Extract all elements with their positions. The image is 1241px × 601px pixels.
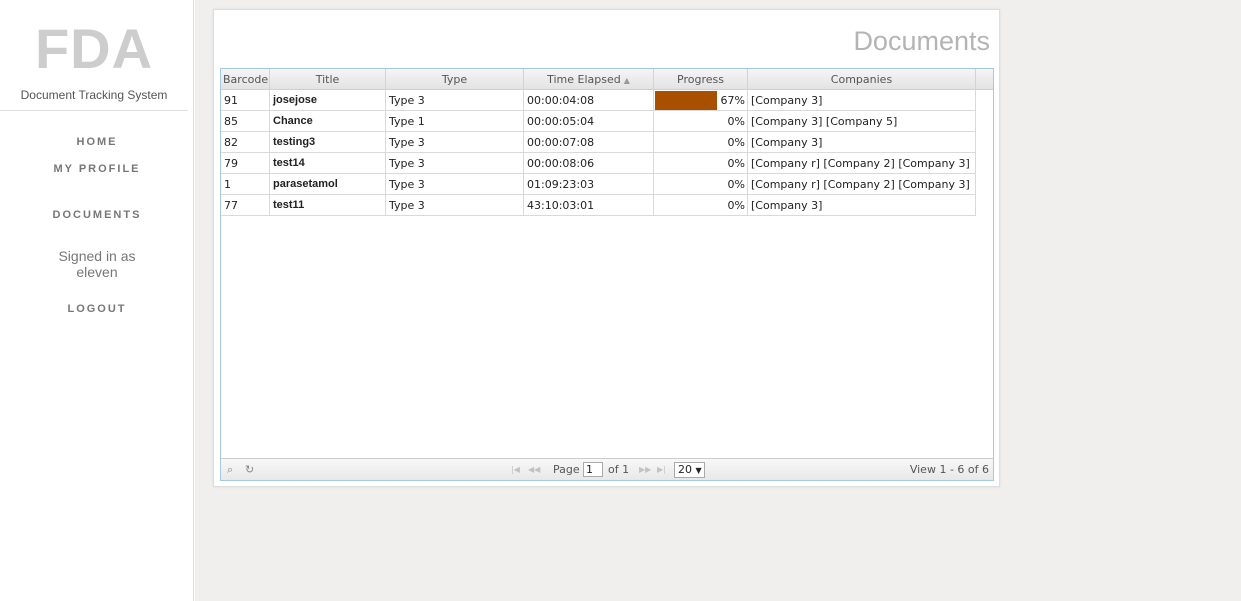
cell-barcode: 85 — [221, 111, 270, 131]
main-area: Documents Barcode Title Type Time Elapse… — [195, 0, 1241, 601]
table-row[interactable]: 91 josejose Type 3 00:00:04:08 67% [Company 3… — [221, 90, 976, 111]
cell-type: Type 3 — [386, 174, 524, 194]
page-number-input[interactable] — [583, 462, 603, 477]
nav-documents[interactable]: DOCUMENTS — [0, 209, 194, 221]
chevron-down-icon: ▼ — [695, 466, 702, 475]
cell-elapsed: 00:00:08:06 — [524, 153, 654, 173]
sidebar-divider — [0, 110, 188, 111]
view-records-label: View 1 - 6 of 6 — [909, 463, 989, 476]
column-header-progress[interactable]: Progress — [654, 69, 748, 90]
cell-barcode: 1 — [221, 174, 270, 194]
grid-header: Barcode Title Type Time Elapsed ▲ Progres… — [221, 69, 993, 90]
cell-progress: 0% — [654, 195, 748, 215]
progress-label: 0% — [727, 178, 745, 191]
first-page-icon[interactable]: |◀ — [511, 465, 520, 474]
table-row[interactable]: 79 test14 Type 3 00:00:08:06 0% [Company r] [… — [221, 153, 976, 174]
table-row[interactable]: 82 testing3 Type 3 00:00:07:08 0% [Company 3] — [221, 132, 976, 153]
cell-type: Type 3 — [386, 90, 524, 110]
rows-per-page-value: 20 — [678, 463, 692, 476]
next-page-icon[interactable]: ▶▶ — [639, 465, 651, 474]
cell-type: Type 1 — [386, 111, 524, 131]
documents-panel: Documents Barcode Title Type Time Elapse… — [213, 9, 1000, 487]
search-icon[interactable]: ⌕ — [227, 463, 233, 477]
cell-barcode: 82 — [221, 132, 270, 152]
cell-title: josejose — [270, 90, 386, 110]
cell-companies: [Company r] [Company 2] [Company 3] — [748, 174, 976, 194]
app-subtitle: Document Tracking System — [20, 88, 168, 102]
column-header-time-elapsed-label: Time Elapsed — [547, 73, 621, 86]
grid-pager: ⌕ ↻ |◀ ◀◀ Page of 1 ▶▶ ▶| 20 ▼ View 1 - … — [221, 458, 993, 480]
cell-elapsed: 01:09:23:03 — [524, 174, 654, 194]
rows-per-page-select[interactable]: 20 ▼ — [674, 462, 705, 478]
cell-companies: [Company r] [Company 2] [Company 3] — [748, 153, 976, 173]
page-label: Page — [553, 463, 580, 476]
nav-my-profile[interactable]: MY PROFILE — [0, 163, 194, 175]
cell-barcode: 91 — [221, 90, 270, 110]
signed-in-user: eleven — [76, 264, 118, 280]
cell-companies: [Company 3] [Company 5] — [748, 111, 976, 131]
cell-companies: [Company 3] — [748, 132, 976, 152]
cell-elapsed: 43:10:03:01 — [524, 195, 654, 215]
cell-title: parasetamol — [270, 174, 386, 194]
cell-companies: [Company 3] — [748, 195, 976, 215]
cell-barcode: 77 — [221, 195, 270, 215]
progress-bar-fill — [655, 91, 717, 110]
cell-progress: 0% — [654, 132, 748, 152]
cell-progress: 0% — [654, 111, 748, 131]
cell-elapsed: 00:00:07:08 — [524, 132, 654, 152]
table-row[interactable]: 1 parasetamol Type 3 01:09:23:03 0% [Company … — [221, 174, 976, 195]
cell-progress: 0% — [654, 174, 748, 194]
signed-in-info: Signed in as eleven — [0, 248, 194, 280]
progress-label: 0% — [727, 157, 745, 170]
cell-progress: 0% — [654, 153, 748, 173]
page-total: of 1 — [608, 463, 630, 476]
table-row[interactable]: 77 test11 Type 3 43:10:03:01 0% [Company 3] — [221, 195, 976, 216]
nav-home[interactable]: HOME — [0, 136, 194, 148]
cell-title: test14 — [270, 153, 386, 173]
column-header-time-elapsed[interactable]: Time Elapsed ▲ — [524, 69, 654, 90]
refresh-icon[interactable]: ↻ — [245, 463, 254, 476]
cell-elapsed: 00:00:04:08 — [524, 90, 654, 110]
column-header-title[interactable]: Title — [270, 69, 386, 90]
column-header-type[interactable]: Type — [386, 69, 524, 90]
progress-label: 67% — [720, 94, 745, 107]
page-title: Documents — [853, 26, 990, 56]
signed-in-label: Signed in as — [58, 248, 136, 264]
sidebar: FDA Document Tracking System HOME MY PRO… — [0, 0, 194, 601]
sort-icon: ▲ — [623, 76, 630, 85]
cell-title: test11 — [270, 195, 386, 215]
documents-grid: Barcode Title Type Time Elapsed ▲ Progres… — [220, 68, 994, 481]
cell-title: Chance — [270, 111, 386, 131]
logo: FDA — [34, 17, 154, 80]
table-row[interactable]: 85 Chance Type 1 00:00:05:04 0% [Company 3] [… — [221, 111, 976, 132]
column-header-companies[interactable]: Companies — [748, 69, 976, 90]
nav-logout[interactable]: LOGOUT — [0, 303, 194, 315]
cell-type: Type 3 — [386, 132, 524, 152]
prev-page-icon[interactable]: ◀◀ — [528, 465, 540, 474]
progress-label: 0% — [727, 115, 745, 128]
cell-barcode: 79 — [221, 153, 270, 173]
cell-elapsed: 00:00:05:04 — [524, 111, 654, 131]
cell-type: Type 3 — [386, 195, 524, 215]
progress-label: 0% — [727, 199, 745, 212]
cell-companies: [Company 3] — [748, 90, 976, 110]
cell-title: testing3 — [270, 132, 386, 152]
progress-label: 0% — [727, 136, 745, 149]
cell-progress: 67% — [654, 90, 748, 110]
column-header-barcode[interactable]: Barcode — [221, 69, 270, 90]
last-page-icon[interactable]: ▶| — [657, 465, 666, 474]
cell-type: Type 3 — [386, 153, 524, 173]
